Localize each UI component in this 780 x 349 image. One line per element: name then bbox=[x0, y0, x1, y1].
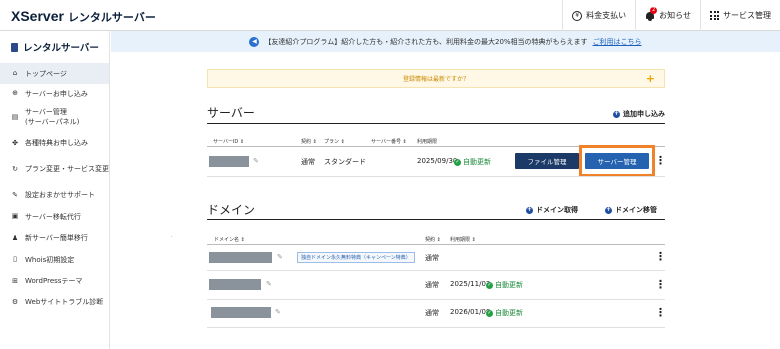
domain-name-redacted bbox=[209, 279, 261, 290]
server-auto-renew: ✓ 自動更新 bbox=[454, 158, 491, 166]
domain-auto-renew: ✓ 自動更新 bbox=[486, 309, 523, 317]
plus-circle-icon: + bbox=[613, 110, 620, 118]
refresh-icon: ↻ bbox=[12, 164, 18, 173]
server-expiry: 2025/09/30 bbox=[417, 157, 458, 165]
domain-section-divider bbox=[207, 219, 665, 220]
notifications-button[interactable]: 2 お知らせ bbox=[635, 0, 700, 31]
server-manage-button[interactable]: サーバー管理 bbox=[585, 153, 649, 169]
notification-badge: 2 bbox=[650, 6, 658, 14]
edit-pencil-icon[interactable]: ✎ bbox=[253, 157, 259, 165]
edit-pencil-icon[interactable]: ✎ bbox=[275, 308, 281, 316]
sidebar-item-whois[interactable]: ▯ Whois初期設定 bbox=[0, 249, 109, 270]
server-contract: 通常 bbox=[301, 158, 315, 166]
col-domain-contract[interactable]: 契約 ⇕ bbox=[425, 236, 441, 243]
server-id-redacted bbox=[209, 156, 249, 167]
domain-row-divider bbox=[207, 299, 665, 300]
person-icon: ♟ bbox=[11, 233, 19, 242]
wrench-icon: ✎ bbox=[12, 190, 18, 199]
sidebar-item-benefits[interactable]: ✤ 各種特典お申し込み bbox=[0, 132, 109, 154]
col-domain-expiry[interactable]: 利用期限 ⇕ bbox=[450, 236, 476, 243]
domain-contract: 通常 bbox=[425, 309, 439, 317]
domain-table-header-line bbox=[207, 244, 665, 245]
diagnosis-icon: ⚙ bbox=[11, 297, 19, 306]
server-section-title: サーバー bbox=[207, 106, 255, 120]
home-icon: ⌂ bbox=[12, 69, 18, 77]
server-cube-icon bbox=[11, 42, 18, 52]
document-icon: ▯ bbox=[13, 255, 17, 263]
domain-section-title: ドメイン bbox=[207, 203, 256, 217]
server-plan: スタンダード bbox=[324, 158, 366, 166]
domain-row-menu-icon[interactable]: ⋮ bbox=[655, 307, 666, 318]
sidebar-item-server-panel[interactable]: ▤ サーバー管理 (サーバーパネル) bbox=[0, 103, 109, 132]
domain-row-menu-icon[interactable]: ⋮ bbox=[655, 251, 666, 262]
service-management-button[interactable]: サービス管理 bbox=[700, 0, 780, 31]
server-row-divider bbox=[207, 176, 665, 177]
domain-row-divider bbox=[207, 327, 665, 328]
grid-icon bbox=[710, 11, 719, 20]
domain-row-divider bbox=[207, 270, 665, 271]
gift-icon: ✤ bbox=[12, 138, 18, 147]
domain-name-redacted bbox=[211, 307, 271, 318]
domain-transfer-link[interactable]: + ドメイン移管 bbox=[605, 205, 657, 215]
referral-link[interactable]: ご利用はこちら bbox=[593, 37, 642, 47]
check-circle-icon: ✓ bbox=[454, 158, 461, 166]
sidebar-item-migration-service[interactable]: ▣ サーバー移転代行 bbox=[0, 206, 109, 227]
domain-contract: 通常 bbox=[425, 281, 439, 289]
domain-expiry: 2026/01/08 bbox=[450, 308, 491, 316]
sidebar-item-plan-change[interactable]: ↻ プラン変更・サービス変更 bbox=[0, 154, 109, 184]
file-manager-button[interactable]: ファイル管理 bbox=[515, 153, 579, 169]
bell-icon: 2 bbox=[645, 6, 658, 21]
server-section-divider bbox=[207, 123, 665, 124]
domain-auto-renew: ✓ 自動更新 bbox=[486, 281, 523, 289]
col-domain-name[interactable]: ドメイン名 ⇕ bbox=[214, 236, 245, 243]
edit-pencil-icon[interactable]: ✎ bbox=[277, 253, 283, 261]
sidebar-title[interactable]: レンタルサーバー bbox=[0, 31, 109, 63]
sidebar-item-server-order[interactable]: ⊕ サーバーお申し込み bbox=[0, 84, 109, 103]
campaign-badge: 独自ドメイン永久無料特典（キャンペーン特典） bbox=[297, 252, 415, 263]
sidebar: レンタルサーバー ⌂ トップページ ⊕ サーバーお申し込み ▤ サーバー管理 (サ… bbox=[0, 31, 110, 349]
plus-circle-icon: + bbox=[526, 206, 533, 214]
domain-expiry: 2025/11/03 bbox=[450, 280, 491, 288]
app-logo[interactable]: XServer レンタルサーバー bbox=[11, 8, 156, 25]
plus-circle-icon: + bbox=[605, 206, 612, 214]
yen-icon: ¥ bbox=[572, 10, 583, 21]
sidebar-item-easy-migration[interactable]: ♟ 新サーバー簡単移行 bbox=[0, 227, 109, 249]
server-row-menu-icon[interactable]: ⋮ bbox=[655, 155, 666, 166]
check-circle-icon: ✓ bbox=[486, 309, 493, 317]
check-circle-icon: ✓ bbox=[486, 281, 493, 289]
col-contract[interactable]: 契約 ⇕ bbox=[301, 138, 317, 145]
col-server-number[interactable]: サーバー番号 ⇕ bbox=[371, 138, 407, 145]
top-actions: ¥ 料金支払い 2 お知らせ サービス管理 bbox=[562, 0, 780, 31]
cart-icon: ⊞ bbox=[12, 276, 18, 285]
stray-dot: · bbox=[171, 234, 173, 240]
plus-circle-icon: ⊕ bbox=[12, 89, 18, 97]
domain-contract: 通常 bbox=[425, 254, 439, 262]
add-server-order-link[interactable]: + 追加申し込み bbox=[613, 109, 665, 119]
sidebar-item-setup-support[interactable]: ✎ 設定おまかせサポート bbox=[0, 184, 109, 206]
col-expiry[interactable]: 利用期限 bbox=[417, 138, 437, 145]
megaphone-icon: ◀ bbox=[249, 36, 260, 47]
top-bar: XServer レンタルサーバー ¥ 料金支払い 2 お知らせ サービス管理 bbox=[0, 0, 780, 31]
registration-info-alert[interactable]: 登録情報は最新ですか？ + bbox=[207, 69, 665, 88]
billing-button[interactable]: ¥ 料金支払い bbox=[562, 0, 635, 31]
domain-acquire-link[interactable]: + ドメイン取得 bbox=[526, 205, 578, 215]
expand-plus-icon[interactable]: + bbox=[646, 73, 655, 84]
sidebar-item-site-diagnosis[interactable]: ⚙ Webサイトトラブル診断 bbox=[0, 292, 109, 312]
domain-name-redacted bbox=[209, 252, 272, 263]
col-plan[interactable]: プラン ⇕ bbox=[324, 138, 345, 145]
col-server-id[interactable]: サーバーID ⇕ bbox=[213, 138, 244, 145]
truck-icon: ▣ bbox=[11, 212, 19, 220]
sidebar-item-wordpress-theme[interactable]: ⊞ WordPressテーマ bbox=[0, 270, 109, 292]
server-icon: ▤ bbox=[11, 113, 19, 121]
sidebar-item-top[interactable]: ⌂ トップページ bbox=[0, 63, 109, 84]
referral-notice-bar: ◀ 【友達紹介プログラム】紹介した方も・紹介された方も、利用料金の最大20%相当… bbox=[111, 31, 780, 52]
main-content: ◀ 【友達紹介プログラム】紹介した方も・紹介された方も、利用料金の最大20%相当… bbox=[111, 31, 780, 349]
edit-pencil-icon[interactable]: ✎ bbox=[266, 280, 272, 288]
domain-row-menu-icon[interactable]: ⋮ bbox=[655, 279, 666, 290]
